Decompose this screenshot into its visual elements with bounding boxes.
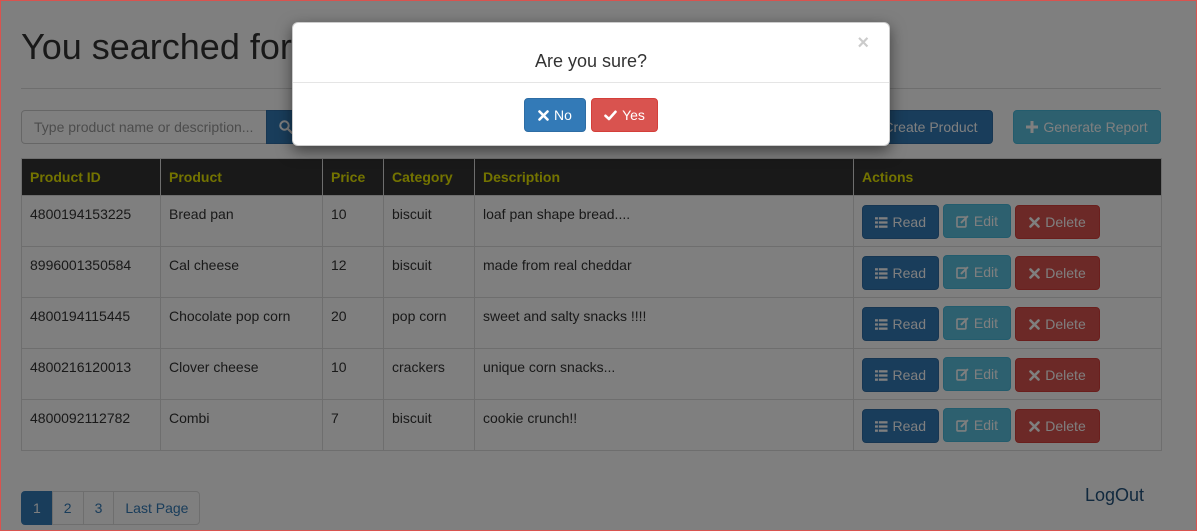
no-label: No [554, 107, 572, 123]
check-icon [604, 109, 617, 120]
modal-title: Are you sure? [534, 51, 648, 71]
no-button[interactable]: No [524, 98, 586, 132]
times-icon [538, 109, 549, 121]
modal-header: Are you sure? × [293, 23, 889, 83]
confirm-dialog: Are you sure? × No Yes [292, 22, 890, 146]
yes-label: Yes [622, 107, 645, 123]
yes-button[interactable]: Yes [591, 98, 658, 132]
modal-footer: No Yes [293, 83, 889, 132]
close-icon[interactable]: × [857, 33, 869, 53]
